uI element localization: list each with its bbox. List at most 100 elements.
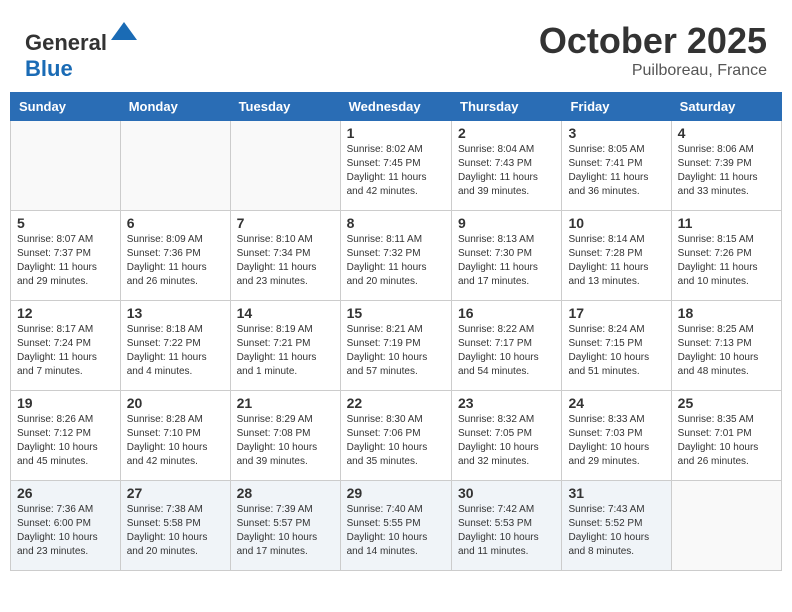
calendar-week-row: 26Sunrise: 7:36 AM Sunset: 6:00 PM Dayli… xyxy=(11,481,782,571)
calendar-cell: 19 Sunrise: 8:26 AM Sunset: 7:12 PM Dayli… xyxy=(11,391,121,481)
logo-icon xyxy=(109,20,139,50)
calendar-week-row: 12 Sunrise: 8:17 AM Sunset: 7:24 PM Dayli… xyxy=(11,301,782,391)
calendar-cell: 4Sunrise: 8:06 AM Sunset: 7:39 PM Daylig… xyxy=(671,121,781,211)
day-number: 23 xyxy=(458,395,555,411)
calendar-week-row: 5Sunrise: 8:07 AM Sunset: 7:37 PM Daylig… xyxy=(11,211,782,301)
calendar-cell: 3 Sunrise: 8:05 AM Sunset: 7:41 PM Daylig… xyxy=(562,121,671,211)
calendar-week-row: 19 Sunrise: 8:26 AM Sunset: 7:12 PM Dayli… xyxy=(11,391,782,481)
day-info: Sunrise: 8:24 AM Sunset: 7:15 PM Dayligh… xyxy=(568,323,664,379)
day-number: 25 xyxy=(678,395,775,411)
location-title: Puilboreau, France xyxy=(539,62,767,80)
calendar-cell: 28 Sunrise: 7:39 AM Sunset: 5:57 PM Dayli… xyxy=(230,481,340,571)
day-info: Sunrise: 8:26 AM Sunset: 7:12 PM Dayligh… xyxy=(17,413,114,469)
weekday-saturday: Saturday xyxy=(671,93,781,121)
page-header: General Blue October 2025 Puilboreau, Fr… xyxy=(10,10,782,87)
day-info: Sunrise: 8:25 AM Sunset: 7:13 PM Dayligh… xyxy=(678,323,775,379)
day-number: 8 xyxy=(347,215,445,231)
day-number: 29 xyxy=(347,485,445,501)
calendar-cell: 30Sunrise: 7:42 AM Sunset: 5:53 PM Dayli… xyxy=(452,481,562,571)
day-info: Sunrise: 8:05 AM Sunset: 7:41 PM Dayligh… xyxy=(568,143,664,199)
calendar-cell xyxy=(230,121,340,211)
title-block: October 2025 Puilboreau, France xyxy=(539,20,767,80)
day-number: 16 xyxy=(458,305,555,321)
day-number: 5 xyxy=(17,215,114,231)
day-info: Sunrise: 8:13 AM Sunset: 7:30 PM Dayligh… xyxy=(458,233,555,289)
day-number: 21 xyxy=(237,395,334,411)
month-title: October 2025 xyxy=(539,20,767,62)
day-number: 14 xyxy=(237,305,334,321)
day-info: Sunrise: 7:43 AM Sunset: 5:52 PM Dayligh… xyxy=(568,503,664,559)
day-info: Sunrise: 8:17 AM Sunset: 7:24 PM Dayligh… xyxy=(17,323,114,379)
weekday-thursday: Thursday xyxy=(452,93,562,121)
day-info: Sunrise: 8:35 AM Sunset: 7:01 PM Dayligh… xyxy=(678,413,775,469)
day-info: Sunrise: 8:10 AM Sunset: 7:34 PM Dayligh… xyxy=(237,233,334,289)
calendar-cell: 8 Sunrise: 8:11 AM Sunset: 7:32 PM Daylig… xyxy=(340,211,451,301)
day-number: 15 xyxy=(347,305,445,321)
calendar-week-row: 1Sunrise: 8:02 AM Sunset: 7:45 PM Daylig… xyxy=(11,121,782,211)
day-info: Sunrise: 8:30 AM Sunset: 7:06 PM Dayligh… xyxy=(347,413,445,469)
day-number: 6 xyxy=(127,215,224,231)
day-number: 22 xyxy=(347,395,445,411)
calendar-cell: 27Sunrise: 7:38 AM Sunset: 5:58 PM Dayli… xyxy=(120,481,230,571)
day-info: Sunrise: 8:19 AM Sunset: 7:21 PM Dayligh… xyxy=(237,323,334,379)
logo-text: General Blue xyxy=(25,20,139,82)
calendar-cell: 2Sunrise: 8:04 AM Sunset: 7:43 PM Daylig… xyxy=(452,121,562,211)
calendar-cell: 18 Sunrise: 8:25 AM Sunset: 7:13 PM Dayli… xyxy=(671,301,781,391)
day-number: 12 xyxy=(17,305,114,321)
day-info: Sunrise: 8:33 AM Sunset: 7:03 PM Dayligh… xyxy=(568,413,664,469)
calendar-cell: 12 Sunrise: 8:17 AM Sunset: 7:24 PM Dayli… xyxy=(11,301,121,391)
day-info: Sunrise: 7:40 AM Sunset: 5:55 PM Dayligh… xyxy=(347,503,445,559)
day-number: 19 xyxy=(17,395,114,411)
day-number: 30 xyxy=(458,485,555,501)
weekday-tuesday: Tuesday xyxy=(230,93,340,121)
calendar-cell: 26Sunrise: 7:36 AM Sunset: 6:00 PM Dayli… xyxy=(11,481,121,571)
calendar-cell: 22 Sunrise: 8:30 AM Sunset: 7:06 PM Dayli… xyxy=(340,391,451,481)
day-info: Sunrise: 8:06 AM Sunset: 7:39 PM Dayligh… xyxy=(678,143,775,199)
day-number: 10 xyxy=(568,215,664,231)
day-info: Sunrise: 8:14 AM Sunset: 7:28 PM Dayligh… xyxy=(568,233,664,289)
day-number: 17 xyxy=(568,305,664,321)
day-info: Sunrise: 7:39 AM Sunset: 5:57 PM Dayligh… xyxy=(237,503,334,559)
day-number: 13 xyxy=(127,305,224,321)
calendar-cell: 11 Sunrise: 8:15 AM Sunset: 7:26 PM Dayli… xyxy=(671,211,781,301)
weekday-monday: Monday xyxy=(120,93,230,121)
day-info: Sunrise: 8:22 AM Sunset: 7:17 PM Dayligh… xyxy=(458,323,555,379)
day-number: 28 xyxy=(237,485,334,501)
logo-blue: Blue xyxy=(25,56,73,81)
calendar-cell: 13Sunrise: 8:18 AM Sunset: 7:22 PM Dayli… xyxy=(120,301,230,391)
calendar-cell: 7Sunrise: 8:10 AM Sunset: 7:34 PM Daylig… xyxy=(230,211,340,301)
weekday-wednesday: Wednesday xyxy=(340,93,451,121)
calendar-cell: 10 Sunrise: 8:14 AM Sunset: 7:28 PM Dayli… xyxy=(562,211,671,301)
calendar-cell: 5Sunrise: 8:07 AM Sunset: 7:37 PM Daylig… xyxy=(11,211,121,301)
day-info: Sunrise: 8:29 AM Sunset: 7:08 PM Dayligh… xyxy=(237,413,334,469)
day-number: 31 xyxy=(568,485,664,501)
calendar-cell: 31 Sunrise: 7:43 AM Sunset: 5:52 PM Dayli… xyxy=(562,481,671,571)
calendar-cell: 25 Sunrise: 8:35 AM Sunset: 7:01 PM Dayli… xyxy=(671,391,781,481)
day-number: 9 xyxy=(458,215,555,231)
day-info: Sunrise: 8:11 AM Sunset: 7:32 PM Dayligh… xyxy=(347,233,445,289)
calendar-cell: 14 Sunrise: 8:19 AM Sunset: 7:21 PM Dayli… xyxy=(230,301,340,391)
day-info: Sunrise: 8:32 AM Sunset: 7:05 PM Dayligh… xyxy=(458,413,555,469)
calendar-cell xyxy=(120,121,230,211)
day-info: Sunrise: 8:09 AM Sunset: 7:36 PM Dayligh… xyxy=(127,233,224,289)
day-info: Sunrise: 8:21 AM Sunset: 7:19 PM Dayligh… xyxy=(347,323,445,379)
day-number: 1 xyxy=(347,125,445,141)
day-info: Sunrise: 7:36 AM Sunset: 6:00 PM Dayligh… xyxy=(17,503,114,559)
day-number: 20 xyxy=(127,395,224,411)
day-info: Sunrise: 8:15 AM Sunset: 7:26 PM Dayligh… xyxy=(678,233,775,289)
day-number: 11 xyxy=(678,215,775,231)
day-number: 24 xyxy=(568,395,664,411)
calendar-cell: 9 Sunrise: 8:13 AM Sunset: 7:30 PM Daylig… xyxy=(452,211,562,301)
weekday-friday: Friday xyxy=(562,93,671,121)
weekday-header-row: SundayMondayTuesdayWednesdayThursdayFrid… xyxy=(11,93,782,121)
logo: General Blue xyxy=(25,20,139,82)
calendar-cell xyxy=(671,481,781,571)
calendar-cell: 6 Sunrise: 8:09 AM Sunset: 7:36 PM Daylig… xyxy=(120,211,230,301)
day-number: 27 xyxy=(127,485,224,501)
day-number: 3 xyxy=(568,125,664,141)
calendar-cell: 24 Sunrise: 8:33 AM Sunset: 7:03 PM Dayli… xyxy=(562,391,671,481)
calendar-cell: 21 Sunrise: 8:29 AM Sunset: 7:08 PM Dayli… xyxy=(230,391,340,481)
calendar-table: SundayMondayTuesdayWednesdayThursdayFrid… xyxy=(10,92,782,571)
calendar-cell: 29 Sunrise: 7:40 AM Sunset: 5:55 PM Dayli… xyxy=(340,481,451,571)
day-number: 18 xyxy=(678,305,775,321)
